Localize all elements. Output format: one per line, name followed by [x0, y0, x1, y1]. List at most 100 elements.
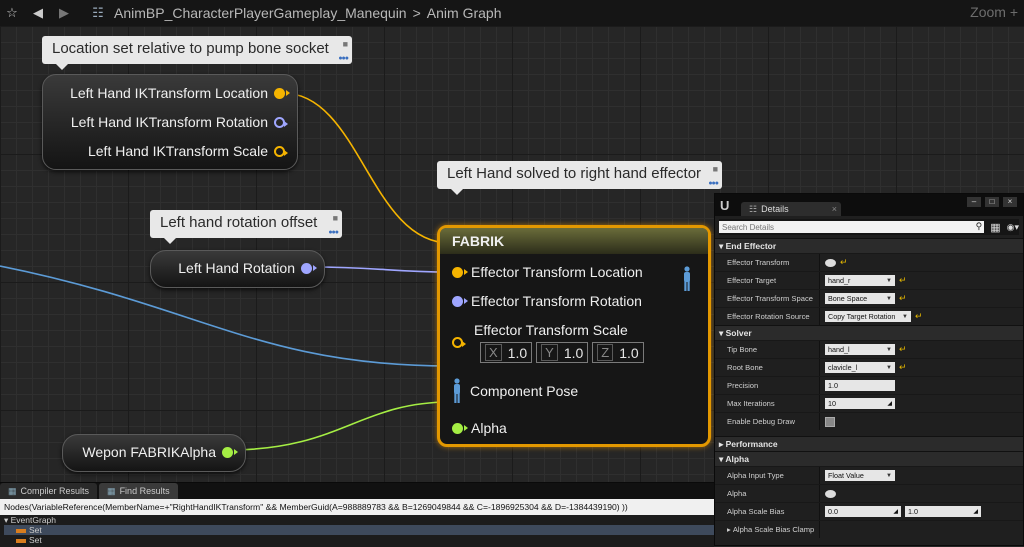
section-alpha[interactable]: ▾ Alpha [715, 451, 1023, 466]
wire-rotation [309, 266, 451, 273]
alpha-scale-bias-max-input[interactable]: 1.0 ◢ [905, 506, 981, 517]
comment-location-text: Location set relative to pump bone socke… [52, 40, 329, 57]
comment-bubble-icon: ●●● [328, 229, 339, 236]
reset-to-default-icon[interactable]: ↵ [915, 311, 923, 322]
fabrik-alpha-variable-pin[interactable] [222, 446, 238, 458]
enable-debug-draw-checkbox[interactable] [825, 416, 835, 427]
precision-input[interactable]: 1.0 [825, 380, 895, 391]
fabrik-node[interactable]: FABRIK Effector Transform Location Effec… [437, 225, 711, 447]
comment-fabrik[interactable]: Left Hand solved to right hand effector … [437, 161, 722, 195]
close-window-icon[interactable]: × [1003, 197, 1017, 207]
reset-to-default-icon[interactable]: ↵ [899, 362, 907, 373]
effector-rotation-source-combo[interactable]: Copy Target Rotation ▼ [825, 311, 911, 322]
find-query-input[interactable]: Nodes(VariableReference(MemberName=+"Rig… [0, 499, 714, 515]
unreal-logo-icon: U [720, 198, 730, 213]
fabrik-alpha-variable-row: Wepon FABRIKAlpha [82, 444, 238, 460]
ik-scale-pin[interactable] [274, 145, 288, 157]
fabrik-scale-pin[interactable] [452, 337, 466, 348]
details-search-bar: ⚲ ▦ ◉▾ [719, 219, 1019, 235]
section-solver[interactable]: ▾ Solver [715, 325, 1023, 340]
tree-item[interactable]: Set [4, 525, 714, 535]
fabrik-title: FABRIK [440, 228, 708, 254]
maximize-icon[interactable]: □ [985, 197, 999, 207]
ik-rotation-row: Left Hand IKTransform Rotation [70, 114, 288, 130]
details-titlebar: U ☷ Details × – □ × [715, 194, 1023, 216]
reset-to-default-icon[interactable]: ↵ [899, 293, 907, 304]
fabrik-alpha-variable-node[interactable]: Wepon FABRIKAlpha [62, 434, 246, 472]
scale-z-field[interactable]: Z 1.0 [592, 342, 644, 363]
alpha-scale-bias-clamp-label[interactable]: ▸ Alpha Scale Bias Clamp [715, 521, 820, 538]
pin-comment-icon[interactable]: ■ [333, 213, 338, 223]
tree-root[interactable]: ▾ EventGraph [4, 515, 714, 525]
tab-compiler-results[interactable]: ▦ Compiler Results [0, 483, 98, 499]
scale-y-field[interactable]: Y 1.0 [536, 342, 589, 363]
tree-item[interactable]: Set [4, 535, 714, 545]
reset-to-default-icon[interactable]: ↵ [899, 275, 907, 286]
fabrik-alpha-pin[interactable] [452, 422, 468, 434]
ik-scale-label: Left Hand IKTransform Scale [87, 143, 268, 159]
left-hand-rotation-pin[interactable] [301, 262, 317, 274]
tip-bone-label: Tip Bone [715, 341, 820, 358]
enable-debug-draw-label: Enable Debug Draw [715, 413, 820, 430]
view-options-grid-icon[interactable]: ▦ [990, 221, 1000, 234]
row-precision: Precision 1.0 [715, 376, 1023, 394]
reset-to-default-icon[interactable]: ↵ [899, 344, 907, 355]
section-performance[interactable]: ▸ Performance [715, 436, 1023, 451]
tab-details[interactable]: ☷ Details × [741, 202, 841, 216]
section-end-effector[interactable]: ▾ End Effector [715, 238, 1023, 253]
output-pose-person-icon[interactable] [682, 264, 692, 294]
alpha-scale-bias-min-input[interactable]: 0.0 ◢ [825, 506, 901, 517]
pose-person-icon[interactable] [452, 378, 462, 404]
pin-comment-icon[interactable]: ■ [343, 39, 348, 49]
expose-pin-eye-icon[interactable] [825, 489, 836, 498]
tab-find-results[interactable]: ▦ Find Results [99, 483, 178, 499]
fabrik-scale-label: Effector Transform Scale [474, 322, 628, 338]
breadcrumb-asset[interactable]: AnimBP_CharacterPlayerGameplay_Manequin [114, 5, 407, 21]
alpha-input-type-label: Alpha Input Type [715, 467, 820, 484]
details-panel: U ☷Details × – □ × ⚲ ▦ ◉▾ ▾ End Effector… [714, 193, 1024, 546]
comment-rotation[interactable]: Left hand rotation offset ■ ●●● [150, 210, 342, 244]
visibility-eye-icon[interactable]: ◉▾ [1007, 222, 1019, 233]
fabrik-rotation-pin[interactable] [452, 295, 468, 307]
dropdown-arrow-icon: ▼ [886, 472, 892, 479]
close-tab-icon[interactable]: × [832, 204, 837, 214]
fabrik-location-label: Effector Transform Location [471, 264, 643, 280]
fabrik-scale-values: X 1.0 Y 1.0 Z 1.0 [480, 342, 648, 363]
alpha-scale-bias-label: Alpha Scale Bias [715, 503, 820, 520]
effector-target-combo[interactable]: hand_r ▼ [825, 275, 895, 286]
minimize-icon[interactable]: – [967, 197, 981, 207]
results-tree: ▾ EventGraph Set Set [0, 515, 714, 545]
alpha-scale-bias-min-value: 0.0 [828, 507, 838, 516]
forward-arrow-icon[interactable]: ▶ [54, 3, 74, 23]
ik-rotation-pin[interactable] [274, 116, 288, 128]
expose-pin-eye-icon[interactable] [825, 258, 836, 267]
section-end-effector-label: End Effector [725, 241, 777, 251]
details-search-input[interactable] [719, 221, 974, 233]
pin-comment-icon[interactable]: ■ [713, 164, 718, 174]
back-arrow-icon[interactable]: ◀ [28, 3, 48, 23]
search-icon: ⚲ [973, 221, 985, 233]
row-effector-transform-space: Effector Transform Space Bone Space ▼ ↵ [715, 289, 1023, 307]
reset-to-default-icon[interactable]: ↵ [840, 257, 848, 268]
favorite-star-icon[interactable]: ☆ [2, 3, 22, 23]
spin-handle-icon: ◢ [893, 509, 898, 515]
effector-transform-space-combo[interactable]: Bone Space ▼ [825, 293, 895, 304]
ik-rotation-label: Left Hand IKTransform Rotation [70, 114, 268, 130]
tip-bone-combo[interactable]: hand_l ▼ [825, 344, 895, 355]
row-max-iterations: Max Iterations 10 ◢ [715, 394, 1023, 412]
tab-find-results-label: Find Results [119, 486, 170, 496]
ik-location-pin[interactable] [274, 87, 290, 99]
root-bone-combo[interactable]: clavicle_l ▼ [825, 362, 895, 373]
comment-location[interactable]: Location set relative to pump bone socke… [42, 36, 352, 70]
ik-transform-variable-node[interactable]: Left Hand IKTransform Location Left Hand… [42, 74, 298, 170]
alpha-input-type-combo[interactable]: Float Value ▼ [825, 470, 895, 481]
left-hand-rotation-node[interactable]: Left Hand Rotation [150, 250, 325, 288]
compiler-icon: ▦ [8, 485, 17, 496]
breadcrumb-graph[interactable]: Anim Graph [427, 5, 502, 21]
scale-x-field[interactable]: X 1.0 [480, 342, 533, 363]
tree-root-label: EventGraph [10, 515, 57, 525]
results-panel: ▦ Compiler Results ▦ Find Results Nodes(… [0, 482, 714, 547]
effector-rotation-source-value: Copy Target Rotation [828, 312, 896, 321]
fabrik-location-pin[interactable] [452, 266, 468, 278]
max-iterations-input[interactable]: 10 ◢ [825, 398, 895, 409]
